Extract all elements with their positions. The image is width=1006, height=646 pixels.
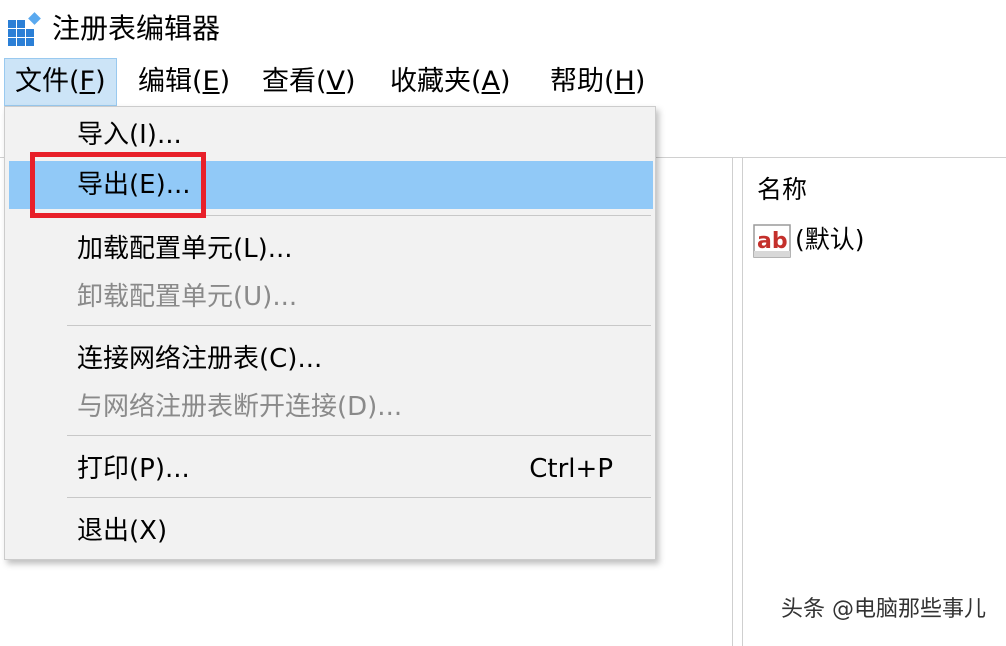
highlight-annotation-box [30,152,206,218]
values-list-pane[interactable]: 名称 ab (默认) [743,158,1006,646]
menu-favorites[interactable]: 收藏夹(A) [380,58,521,106]
registry-editor-window: 注册表编辑器 文件(F) 编辑(E) 查看(V) 收藏夹(A) 帮助(H) 名称… [0,0,1006,646]
menu-edit[interactable]: 编辑(E) [128,58,240,106]
pane-splitter[interactable] [733,158,743,646]
window-title: 注册表编辑器 [52,12,221,45]
menu-help[interactable]: 帮助(H) [540,58,655,106]
menu-item-disconnect-network-registry: 与网络注册表断开连接(D)... [77,392,403,422]
registry-icon [8,12,41,46]
menu-separator [67,435,651,436]
menu-view[interactable]: 查看(V) [252,58,366,106]
value-name: (默认) [795,225,865,254]
menu-separator [67,497,651,498]
menu-separator [67,325,651,326]
menu-item-exit[interactable]: 退出(X) [9,507,653,555]
svg-text:ab: ab [757,229,788,254]
print-shortcut: Ctrl+P [529,454,613,484]
menu-item-load-hive[interactable]: 加载配置单元(L)... [9,225,653,273]
menu-file[interactable]: 文件(F) [4,58,117,106]
column-header-name[interactable]: 名称 [757,174,807,206]
menu-bar: 文件(F) 编辑(E) 查看(V) 收藏夹(A) 帮助(H) [0,58,1006,106]
list-item[interactable]: ab (默认) [753,222,993,258]
watermark: 头条 @电脑那些事儿 [781,597,986,622]
menu-item-unload-hive: 卸载配置单元(U)... [77,282,298,312]
menu-item-print[interactable]: 打印(P)... Ctrl+P [9,445,653,493]
title-bar: 注册表编辑器 [0,0,1006,58]
menu-item-connect-network-registry[interactable]: 连接网络注册表(C)... [9,335,653,383]
string-value-icon: ab [753,224,791,258]
